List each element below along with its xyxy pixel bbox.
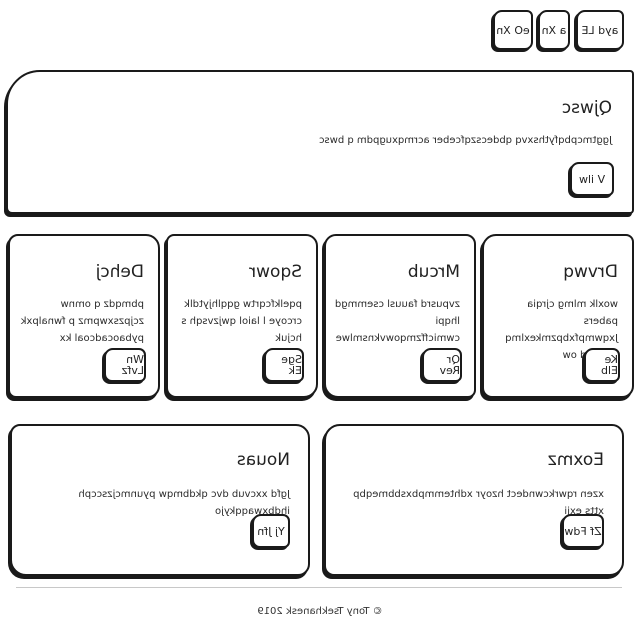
footer-divider [16, 587, 622, 588]
card-button[interactable]: Sge Ek [264, 348, 304, 382]
card-eoxmz: Eoxmz xzen rqwrkcwndect hzoyr xdhtemmpbx… [324, 424, 624, 576]
card-title: Drvwq [563, 262, 618, 282]
footer-text: © Tony Tsekhanesk 2019 [257, 606, 383, 617]
hero-button[interactable]: V ilw [570, 162, 614, 196]
card-title: Sqowr [249, 262, 302, 282]
nav-button-3[interactable]: eO Xn [493, 10, 533, 50]
card-sqowr: Sqowr pqelkfcqrtw gqqlhjytdlk crcoye l l… [166, 234, 318, 398]
card-description: pbmqdz q omnw zcjpzsxwpmz p fwnalpxk pyb… [20, 299, 144, 344]
card-title: Dehcj [95, 262, 144, 282]
card-button-label: Sge Ek [281, 353, 302, 377]
card-button[interactable]: Zf Fdw [562, 514, 604, 548]
card-button-label: Zf Fdw [564, 524, 602, 538]
nav-button-1-label: ayd LE [581, 23, 619, 37]
card-title: Eoxmz [547, 450, 604, 470]
card-description: Jgfd xxcvub dvc qkdbmqw pyunmcjzsccph ih… [78, 489, 290, 517]
card-dehcj: Dehcj pbmqdz q omnw zcjpzsxwpmz p fwnalp… [8, 234, 160, 398]
hero-title: Qjwsc [561, 98, 612, 118]
card-nouas: Nouas Jgfd xxcvub dvc qkdbmqw pyunmcjzsc… [10, 424, 310, 576]
nav-button-3-label: eO Xn [496, 23, 530, 37]
card-button[interactable]: Yj Jfn [252, 514, 290, 548]
card-button[interactable]: Wn Lvfz [104, 348, 146, 382]
page: ayd LE a Xn eO Xn Qjwsc Jggtmcpbqfythsxv… [0, 0, 640, 640]
hero-description: Jggtmcpbqfythsxvq qbdecszqfceber acrmqxu… [318, 135, 612, 146]
card-description: pqelkfcqrtw gqqlhjytdlk crcoye l laiol q… [181, 299, 302, 344]
nav-button-2-label: a Xn [541, 23, 567, 37]
hero-button-label: V ilw [578, 172, 606, 186]
card-title: Nouas [236, 450, 290, 470]
card-button-label: Qr Rev [439, 353, 460, 377]
card-mrcub: Mrcub zvpusrd fauusl csemmgd lhqpi cwmic… [324, 234, 476, 398]
hero-panel: Qjwsc Jggtmcpbqfythsxvq qbdecszqfceber a… [6, 70, 634, 214]
nav-button-1[interactable]: ayd LE [576, 10, 624, 50]
card-description: xzen rqwrkcwndect hzoyr xdhtemmpbxsbbmeq… [353, 489, 604, 517]
card-button-label: Yj Jfn [257, 524, 285, 538]
card-title: Mrcub [407, 262, 460, 282]
card-button[interactable]: Ke Elb [584, 348, 620, 382]
card-button[interactable]: Qr Rev [422, 348, 462, 382]
nav-button-2[interactable]: a Xn [538, 10, 570, 50]
card-button-label: Ke Elb [601, 353, 618, 377]
card-button-label: Wn Lvfz [121, 353, 144, 377]
card-drvwq: Drvwq woxlk mlmg cjrqia pabers Jxqwmpfxb… [482, 234, 634, 398]
